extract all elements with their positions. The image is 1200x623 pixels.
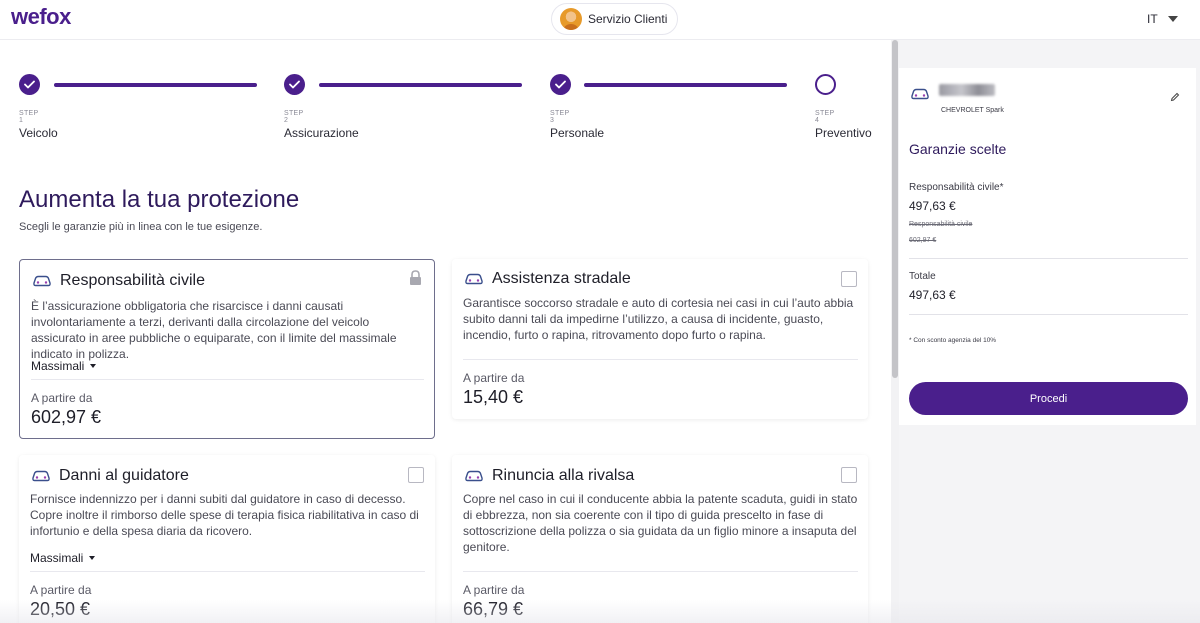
step-4-number: STEP 4 bbox=[815, 110, 835, 124]
check-icon bbox=[550, 74, 571, 95]
top-bar: wefox Servizio Clienti IT bbox=[0, 0, 1200, 40]
step-3-number: STEP 3 bbox=[550, 110, 570, 124]
card-description: È l’assicurazione obbligatoria che risar… bbox=[31, 299, 397, 361]
car-icon bbox=[33, 275, 51, 287]
coverage-item-label: Responsabilità civile* bbox=[909, 182, 1004, 193]
card-header: Responsabilità civile bbox=[32, 272, 205, 290]
coverage-card-rinuncia-rivalsa[interactable]: Rinuncia alla rivalsa Copre nel caso in … bbox=[452, 455, 868, 623]
scrollbar-thumb[interactable] bbox=[892, 40, 898, 378]
car-icon bbox=[32, 470, 50, 482]
massimali-dropdown[interactable]: Massimali bbox=[30, 551, 96, 565]
total-label: Totale bbox=[909, 271, 936, 282]
original-coverage-label: Responsabilità civile bbox=[909, 221, 973, 228]
coverage-card-assistenza-stradale[interactable]: Assistenza stradale Garantisce soccorso … bbox=[452, 259, 868, 419]
main-scrollbar[interactable] bbox=[891, 40, 899, 623]
lock-icon bbox=[410, 270, 421, 285]
step-1-progress-line bbox=[54, 83, 257, 87]
card-title: Responsabilità civile bbox=[60, 272, 205, 289]
coverage-item-value: 497,63 € bbox=[909, 199, 956, 213]
original-coverage-value: 602,97 € bbox=[909, 237, 937, 244]
page-title: Aumenta la tua protezione bbox=[19, 186, 300, 213]
summary-panel: CHEVROLET Spark Garanzie scelte Responsa… bbox=[899, 68, 1196, 425]
card-title: Danni al guidatore bbox=[59, 467, 189, 484]
coverage-checkbox[interactable] bbox=[841, 467, 857, 483]
proceed-button[interactable]: Procedi bbox=[909, 382, 1188, 415]
card-description: Garantisce soccorso stradale e auto di c… bbox=[463, 296, 854, 342]
car-icon bbox=[911, 88, 929, 100]
summary-divider bbox=[909, 314, 1188, 315]
card-divider bbox=[31, 379, 424, 380]
card-title: Assistenza stradale bbox=[492, 270, 631, 287]
coverage-checkbox[interactable] bbox=[408, 467, 424, 483]
selected-coverages-title: Garanzie scelte bbox=[909, 141, 1007, 157]
caret-down-icon bbox=[89, 556, 96, 560]
license-plate-blurred bbox=[939, 84, 995, 96]
card-header: Danni al guidatore bbox=[31, 467, 189, 485]
customer-service-label: Servizio Clienti bbox=[588, 12, 668, 26]
massimali-dropdown[interactable]: Massimali bbox=[31, 359, 97, 373]
language-selector[interactable]: IT bbox=[1147, 12, 1178, 26]
from-label: A partire da bbox=[31, 391, 93, 405]
massimali-label: Massimali bbox=[31, 359, 85, 373]
chevron-down-icon bbox=[1167, 16, 1178, 22]
step-pending-icon bbox=[815, 74, 836, 95]
card-divider bbox=[30, 571, 425, 572]
coverage-card-responsabilita-civile[interactable]: Responsabilità civile È l’assicurazione … bbox=[19, 259, 435, 439]
step-2-progress-line bbox=[319, 83, 522, 87]
card-price: 15,40 € bbox=[463, 387, 524, 407]
car-icon bbox=[465, 470, 483, 482]
pencil-icon[interactable] bbox=[1170, 92, 1180, 102]
card-title: Rinuncia alla rivalsa bbox=[492, 467, 635, 484]
check-icon bbox=[19, 74, 40, 95]
card-price: 66,79 € bbox=[463, 599, 524, 619]
card-price: 602,97 € bbox=[31, 407, 102, 427]
check-icon bbox=[284, 74, 305, 95]
discount-note: * Con sconto agenzia del 10% bbox=[909, 337, 997, 344]
step-3-label: Personale bbox=[550, 126, 605, 140]
vehicle-model: CHEVROLET Spark bbox=[941, 107, 1004, 114]
customer-service-button[interactable]: Servizio Clienti bbox=[551, 3, 679, 35]
agent-avatar bbox=[560, 8, 582, 30]
coverage-checkbox[interactable] bbox=[841, 271, 857, 287]
massimali-label: Massimali bbox=[30, 551, 84, 565]
step-3-progress-line bbox=[584, 83, 787, 87]
total-value: 497,63 € bbox=[909, 288, 956, 302]
from-label: A partire da bbox=[463, 371, 525, 385]
step-2-label: Assicurazione bbox=[284, 126, 359, 140]
from-label: A partire da bbox=[463, 583, 525, 597]
step-1-number: STEP 1 bbox=[19, 110, 39, 124]
page-subtitle: Scegli le garanzie più in linea con le t… bbox=[19, 221, 263, 233]
wefox-logo[interactable]: wefox bbox=[11, 4, 71, 30]
card-header: Rinuncia alla rivalsa bbox=[464, 467, 634, 485]
coverage-card-danni-guidatore[interactable]: Danni al guidatore Fornisce indennizzo p… bbox=[19, 455, 435, 623]
caret-down-icon bbox=[90, 364, 97, 368]
summary-divider bbox=[909, 258, 1188, 259]
card-divider bbox=[463, 359, 858, 360]
car-icon bbox=[465, 273, 483, 285]
step-2-number: STEP 2 bbox=[284, 110, 304, 124]
step-1-label: Veicolo bbox=[19, 126, 58, 140]
card-description: Fornisce indennizzo per i danni subiti d… bbox=[30, 492, 419, 538]
card-price: 20,50 € bbox=[30, 599, 91, 619]
card-header: Assistenza stradale bbox=[464, 270, 631, 288]
language-label: IT bbox=[1147, 12, 1158, 26]
card-divider bbox=[463, 571, 858, 572]
step-4-label: Preventivo bbox=[815, 126, 872, 140]
card-description: Copre nel caso in cui il conducente abbi… bbox=[463, 492, 858, 554]
from-label: A partire da bbox=[30, 583, 92, 597]
